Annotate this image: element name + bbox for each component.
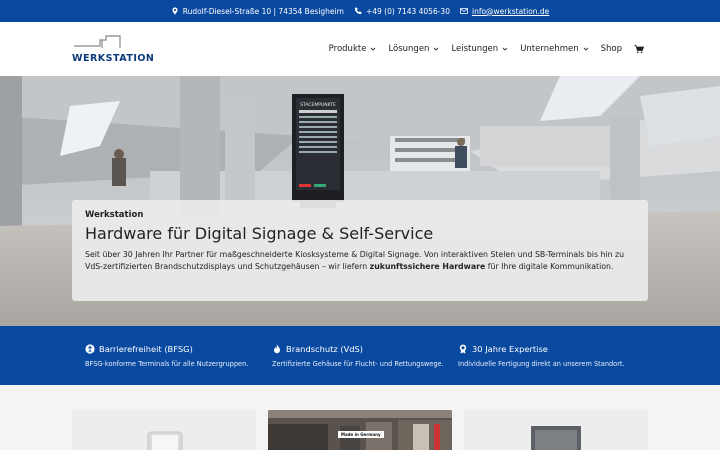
hero-title: Hardware für Digital Signage & Self-Serv… bbox=[85, 224, 434, 243]
nav-label: Produkte bbox=[328, 44, 367, 54]
product-card-terminal[interactable] bbox=[72, 410, 256, 450]
feature-title: 30 Jahre Expertise bbox=[472, 344, 548, 354]
address-item: Rudolf-Diesel-Straße 10 | 74354 Besighei… bbox=[171, 7, 344, 16]
nav-item-produkte[interactable]: Produkte bbox=[329, 44, 377, 54]
address-text: Rudolf-Diesel-Straße 10 | 74354 Besighei… bbox=[182, 6, 344, 16]
kiosk-screen-heading: STACEMPUNKTE bbox=[300, 102, 336, 108]
map-pin-icon bbox=[172, 7, 178, 15]
flame-icon bbox=[274, 344, 280, 354]
chevron-down-icon bbox=[583, 47, 588, 51]
nav-item-shop[interactable]: Shop bbox=[601, 44, 622, 54]
feature-description: Zertifizierte Gehäuse für Flucht- und Re… bbox=[272, 360, 444, 368]
nav-item-loesungen[interactable]: Lösungen bbox=[388, 44, 439, 54]
feature-description: Individuelle Fertigung direkt an unserem… bbox=[458, 360, 625, 368]
phone-item[interactable]: +49 (0) 7143 4056-30 bbox=[354, 7, 450, 16]
nav-label: Unternehmen bbox=[520, 44, 579, 54]
feature-title: Brandschutz (VdS) bbox=[286, 344, 364, 354]
chevron-down-icon bbox=[502, 47, 508, 51]
phone-icon bbox=[354, 7, 362, 15]
site-header: WERKSTATION Produkte Lösungen Leistungen… bbox=[0, 22, 720, 76]
email-link[interactable]: info@werkstation.de bbox=[472, 7, 549, 16]
product-card-display[interactable] bbox=[464, 410, 648, 450]
logo-text: WERKSTATION bbox=[72, 53, 155, 64]
contact-bar: Rudolf-Diesel-Straße 10 | 74354 Besighei… bbox=[0, 0, 720, 22]
terminal-product-image bbox=[72, 410, 256, 450]
hero-eyebrow: Werkstation bbox=[85, 210, 144, 220]
nav-label: Lösungen bbox=[388, 44, 430, 54]
hero-description: Seit über 30 Jahren Ihr Partner für maßg… bbox=[85, 249, 635, 273]
logo-mark-icon bbox=[74, 35, 121, 48]
nav-item-leistungen[interactable]: Leistungen bbox=[451, 44, 508, 54]
hero-card: Werkstation Hardware für Digital Signage… bbox=[72, 200, 648, 301]
made-in-germany-label: Made in Germany bbox=[338, 431, 384, 438]
hero-text-bold: zukunftssichere Hardware bbox=[369, 262, 486, 271]
hero-section: STACEMPUNKTE Werkstation Hardware für Di… bbox=[0, 76, 720, 326]
nav-label: Shop bbox=[600, 44, 622, 54]
features-band: Barrierefreiheit (BFSG) BFSG-konforme Te… bbox=[0, 326, 720, 385]
feature-expertise: 30 Jahre Expertise Individuelle Fertigun… bbox=[458, 344, 625, 368]
hero-text-part: für Ihre digitale Kommunikation. bbox=[485, 262, 614, 271]
showroom-image bbox=[268, 410, 452, 450]
product-card-showroom[interactable]: Made in Germany bbox=[268, 410, 452, 450]
mail-icon bbox=[459, 8, 468, 14]
chevron-down-icon bbox=[371, 47, 376, 51]
feature-description: BFSG-konforme Terminals für alle Nutzerg… bbox=[85, 360, 249, 368]
feature-fire-protection: Brandschutz (VdS) Zertifizierte Gehäuse … bbox=[272, 344, 444, 368]
feature-title: Barrierefreiheit (BFSG) bbox=[99, 344, 193, 354]
logo[interactable]: WERKSTATION bbox=[72, 34, 155, 66]
product-cards-section: Made in Germany bbox=[0, 385, 720, 450]
email-item[interactable]: info@werkstation.de bbox=[459, 7, 549, 16]
accessibility-icon bbox=[85, 344, 95, 354]
award-icon bbox=[459, 344, 467, 354]
nav-label: Leistungen bbox=[451, 44, 499, 54]
feature-accessibility: Barrierefreiheit (BFSG) BFSG-konforme Te… bbox=[85, 344, 248, 368]
cart-icon[interactable] bbox=[634, 44, 644, 54]
chevron-down-icon bbox=[434, 47, 439, 51]
nav-item-unternehmen[interactable]: Unternehmen bbox=[520, 44, 588, 54]
main-nav: Produkte Lösungen Leistungen Unternehmen… bbox=[329, 22, 644, 76]
phone-link[interactable]: +49 (0) 7143 4056-30 bbox=[366, 7, 450, 16]
display-product-image bbox=[464, 410, 648, 450]
